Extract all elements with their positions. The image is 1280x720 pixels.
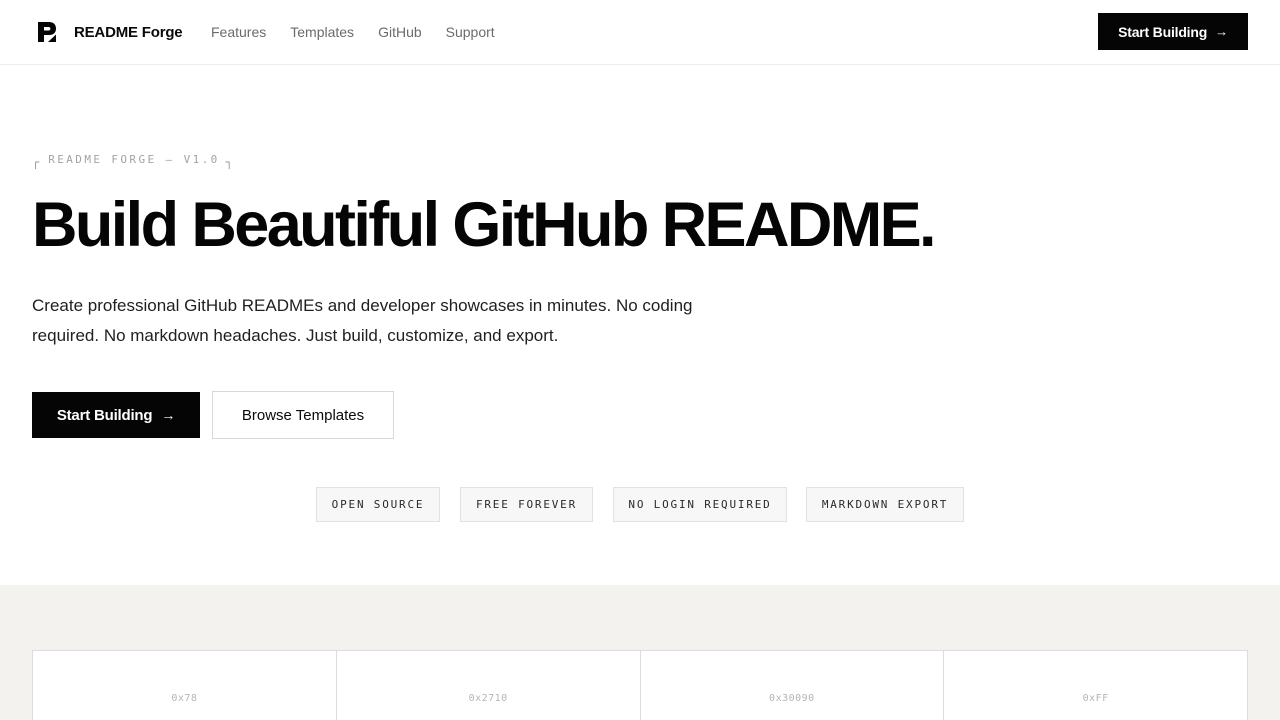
header-start-building-button[interactable]: Start Building → xyxy=(1098,13,1248,50)
badge-no-login-required: NO LOGIN REQUIRED xyxy=(613,487,787,522)
stats-code: 0x78 xyxy=(171,693,198,704)
stats-code: 0xFF xyxy=(1082,693,1109,704)
main-nav: Features Templates GitHub Support xyxy=(211,22,495,42)
stats-code: 0x2710 xyxy=(468,693,508,704)
badge-open-source: OPEN SOURCE xyxy=(316,487,440,522)
site-header: README Forge Features Templates GitHub S… xyxy=(0,0,1280,65)
hero-subtitle: Create professional GitHub READMEs and d… xyxy=(32,296,693,345)
hero-title: Build Beautiful GitHub README. xyxy=(32,190,937,260)
eyebrow-text: README FORGE — V1.0 xyxy=(48,152,220,166)
browse-templates-label: Browse Templates xyxy=(241,406,365,424)
brand-link[interactable]: README Forge xyxy=(36,20,183,44)
start-building-label: Start Building xyxy=(56,406,153,424)
browse-templates-button[interactable]: Browse Templates xyxy=(212,391,394,439)
arrow-right-icon: → xyxy=(1215,24,1228,39)
brand-name: README Forge xyxy=(74,23,183,41)
nav-features[interactable]: Features xyxy=(211,22,266,42)
header-cta-label: Start Building xyxy=(1118,23,1208,40)
bracket-left-icon: ┌ xyxy=(32,155,40,169)
stats-cell: 0x30090 xyxy=(641,651,945,720)
nav-templates[interactable]: Templates xyxy=(290,22,354,42)
stats-code: 0x30090 xyxy=(769,693,815,704)
hero-eyebrow: ┌ README FORGE — V1.0 ┐ xyxy=(32,151,233,170)
bracket-right-icon: ┐ xyxy=(225,155,233,169)
badge-markdown-export: MARKDOWN EXPORT xyxy=(806,487,964,522)
badge-free-forever: FREE FOREVER xyxy=(460,487,593,522)
start-building-button[interactable]: Start Building → xyxy=(32,392,200,438)
forge-logo-icon xyxy=(38,22,56,42)
stats-cell: 0x78 xyxy=(33,651,337,720)
arrow-right-icon: → xyxy=(161,407,176,423)
stats-cell: 0xFF xyxy=(944,651,1247,720)
nav-github[interactable]: GitHub xyxy=(378,22,422,42)
nav-support[interactable]: Support xyxy=(446,22,495,42)
stats-panel: 0x78 0x2710 0x30090 0xFF xyxy=(32,650,1248,720)
stats-cell: 0x2710 xyxy=(337,651,641,720)
